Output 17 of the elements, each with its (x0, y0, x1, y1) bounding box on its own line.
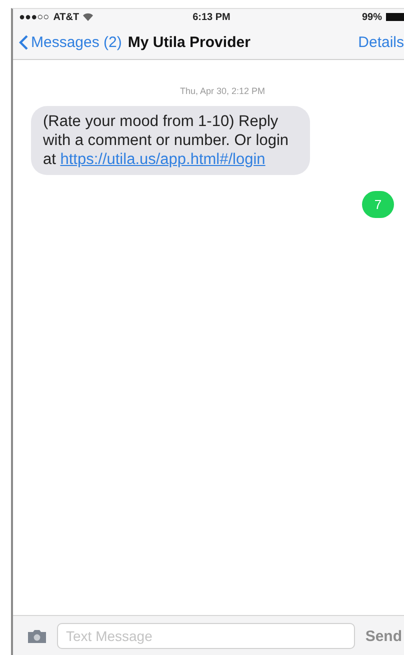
camera-icon[interactable] (27, 628, 47, 644)
battery-percent: 99% (362, 12, 382, 22)
details-link[interactable]: Details (358, 34, 404, 50)
wifi-icon (83, 13, 94, 21)
sent-message: 7 (362, 191, 394, 218)
battery-icon (386, 13, 404, 21)
received-message: (Rate your mood from 1-10) Reply with a comment or number. Or login at https://utila.us/app.html#/login (31, 106, 310, 175)
message-input-field[interactable]: Text Message (57, 623, 356, 649)
conversation-title: My Utila Provider (128, 34, 252, 50)
send-button[interactable]: Send (365, 628, 404, 644)
back-link[interactable]: Messages (2) (19, 34, 122, 50)
carrier-name: AT&T (53, 12, 80, 22)
back-chevron-icon (19, 34, 28, 50)
login-link[interactable]: https://utila.us/app.html#/login (60, 151, 266, 168)
message-timestamp: Thu, Apr 30, 2:12 PM (180, 86, 266, 96)
signal-dots: ●●●○○ (19, 12, 50, 22)
clock-time: 6:13 PM (192, 12, 230, 22)
